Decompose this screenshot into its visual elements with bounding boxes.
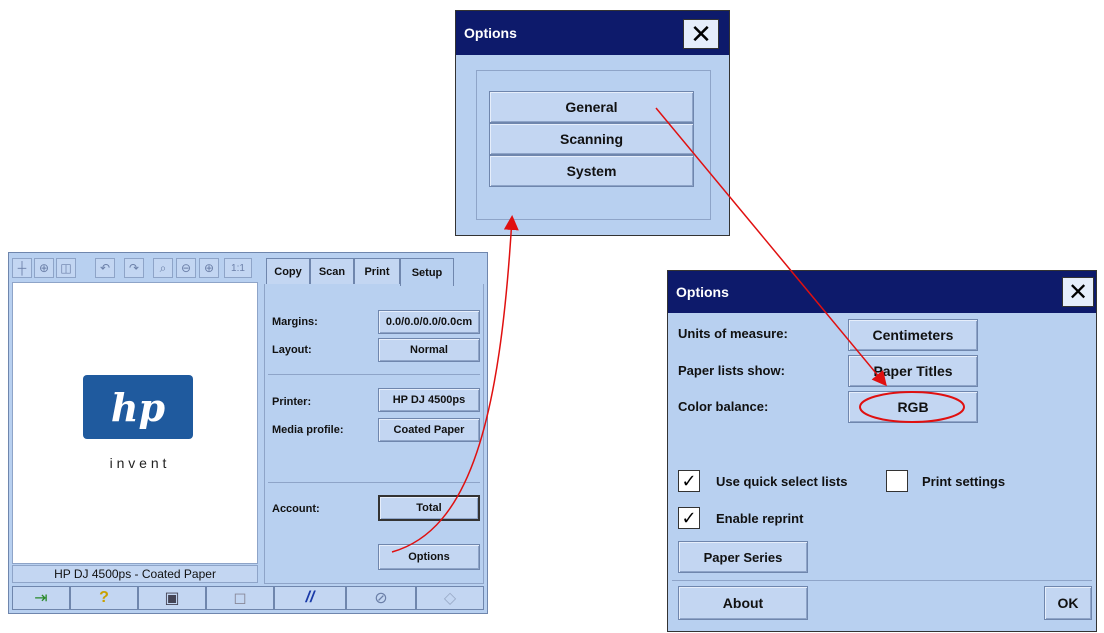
annotation-overlay <box>391 107 965 553</box>
rgb-highlight-circle <box>859 391 965 423</box>
general-to-options-arrow <box>655 107 887 387</box>
options-to-dialog-arrow <box>391 215 519 553</box>
